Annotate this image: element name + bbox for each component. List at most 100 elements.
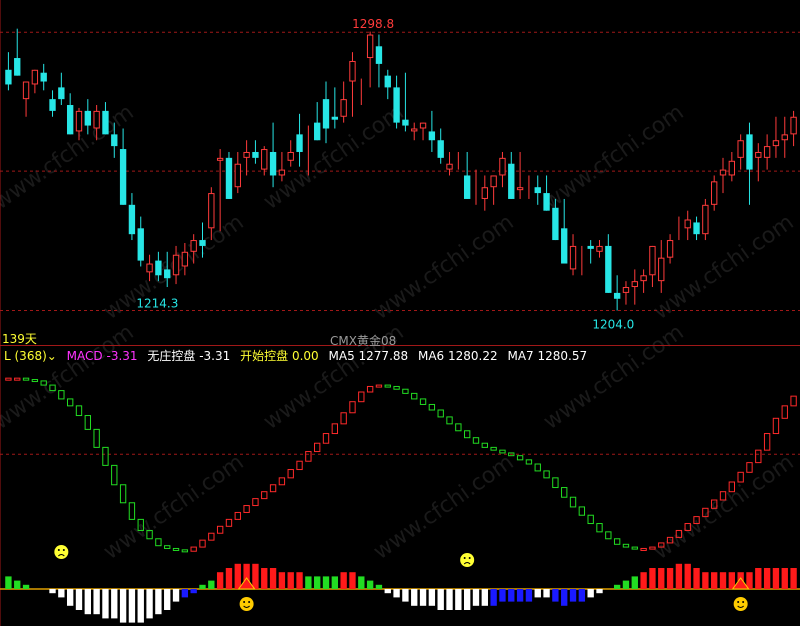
- indicator-step: [5, 377, 12, 381]
- histogram-bar: [208, 580, 215, 589]
- indicator-step: [790, 395, 797, 407]
- candle-body: [5, 69, 12, 85]
- histogram-bar: [516, 589, 524, 602]
- indicator-step: [613, 538, 621, 545]
- candle-body: [534, 187, 541, 194]
- candle-body: [49, 99, 56, 111]
- candle-body: [684, 219, 691, 229]
- histogram-bar: [349, 572, 356, 589]
- candle-body: [481, 187, 488, 199]
- indicator-step: [331, 423, 339, 435]
- histogram-bar: [675, 563, 683, 589]
- watermark-text: www.cfchi.com: [539, 320, 688, 435]
- chevron-down-icon[interactable]: ⌄: [47, 349, 57, 363]
- candle-body: [199, 240, 206, 246]
- smile-face-icon: [239, 597, 254, 611]
- chart-title: CMX黄金08: [330, 333, 396, 348]
- histogram-bar: [613, 584, 621, 589]
- indicator-step: [216, 525, 224, 534]
- indicator-step: [375, 384, 383, 388]
- watermark-text: www.cfchi.com: [649, 210, 798, 325]
- histogram-bar: [719, 572, 727, 589]
- histogram-bar: [393, 589, 400, 598]
- histogram-bar: [14, 580, 21, 589]
- histogram-bar: [499, 589, 506, 602]
- chart-window: www.cfchi.com www.cfchi.com www.cfchi.com w…: [0, 0, 800, 626]
- histogram-bar: [375, 584, 383, 589]
- indicator-step: [340, 412, 347, 425]
- label-low-left: 1214.3: [136, 296, 178, 310]
- candle-body: [702, 204, 709, 235]
- histogram-bar: [640, 572, 647, 589]
- histogram-bar: [578, 589, 586, 602]
- histogram-bar: [649, 568, 656, 589]
- indicator-header: L (368)⌄ MACD -3.31 无庄控盘 -3.31 开始控盘 0.00…: [4, 349, 587, 363]
- histogram-bar: [199, 584, 206, 589]
- watermark-text: www.cfchi.com: [99, 450, 248, 565]
- indicator-step: [543, 470, 550, 479]
- histogram-bar: [296, 572, 303, 589]
- candle-body: [516, 187, 524, 191]
- histogram-bar: [534, 589, 541, 598]
- watermark-text: www.cfchi.com: [369, 210, 518, 325]
- indicator-prefix[interactable]: L (368): [4, 349, 47, 363]
- candle-body: [234, 163, 241, 188]
- indicator-step: [525, 459, 533, 465]
- indicator-step: [102, 446, 109, 466]
- candle-body: [463, 175, 471, 199]
- candle-body: [543, 193, 550, 211]
- histogram-bar: [5, 576, 12, 589]
- candle-body: [314, 122, 321, 141]
- indicator-step: [287, 469, 294, 479]
- histogram-bar: [340, 572, 347, 589]
- indicator-step: [190, 546, 197, 552]
- histogram-bar: [287, 572, 294, 589]
- candle-body: [111, 134, 118, 147]
- histogram-bar: [93, 589, 100, 615]
- histogram-bar: [711, 572, 718, 589]
- indicator-step: [640, 547, 647, 551]
- histogram-bar: [402, 589, 409, 602]
- indicator-step: [199, 539, 206, 548]
- indicator-step: [269, 484, 277, 493]
- histogram-bar: [66, 589, 74, 606]
- candle-body: [719, 169, 727, 176]
- sad-face-eye: [463, 557, 466, 559]
- histogram-bar: [490, 589, 497, 606]
- candle-body: [746, 134, 753, 170]
- histogram-bar: [658, 568, 665, 589]
- sad-face-eye: [62, 549, 65, 551]
- histogram-bar: [587, 589, 594, 598]
- histogram-bar: [693, 568, 700, 589]
- smile-face-icon: [731, 577, 750, 611]
- candle-body: [569, 245, 577, 270]
- candle-body: [190, 240, 197, 252]
- indicator-step: [481, 442, 488, 448]
- histogram-bar: [481, 589, 488, 606]
- indicator-step: [119, 484, 127, 504]
- candle-body: [287, 151, 294, 161]
- histogram-bar: [358, 576, 365, 589]
- candle-body: [419, 122, 427, 129]
- histogram-bar: [278, 572, 286, 589]
- indicator-step: [314, 442, 321, 453]
- indicator-step: [763, 433, 771, 451]
- ma7-label: MA7 1280.57: [507, 349, 588, 363]
- candle-body: [146, 263, 153, 273]
- histogram-bar: [84, 589, 91, 615]
- candle-body: [411, 128, 418, 132]
- indicator-step: [208, 532, 215, 541]
- indicator-step: [155, 538, 162, 547]
- candle-body: [93, 110, 100, 129]
- histogram-bar: [331, 576, 339, 589]
- candlestick-chart[interactable]: www.cfchi.com www.cfchi.com www.cfchi.comw…: [0, 0, 800, 626]
- indicator-step: [93, 428, 100, 448]
- indicator-step: [128, 502, 136, 520]
- candle-body: [490, 175, 497, 188]
- candle-body: [763, 146, 771, 158]
- indicator-step: [111, 464, 118, 486]
- indicator-step: [463, 430, 471, 439]
- indicator-step: [172, 547, 180, 551]
- histogram-bar: [428, 589, 436, 606]
- candle-body: [605, 245, 612, 293]
